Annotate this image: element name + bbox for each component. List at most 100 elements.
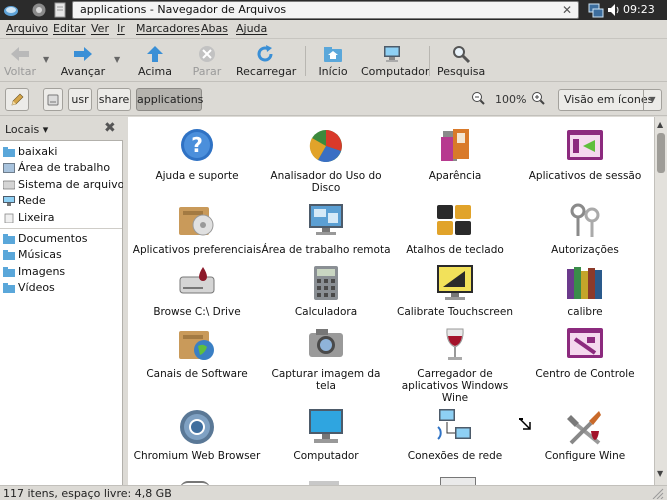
sidebar-item-label: Área de trabalho [18,161,111,174]
software-channels-icon [179,331,214,360]
back-label: Voltar [3,65,37,78]
file-item[interactable]: Centro de Controle [520,325,650,380]
computer-button[interactable]: Computador [361,42,429,80]
menu-logo-icon[interactable] [3,2,19,18]
sidebar-item-videos[interactable]: Vídeos [0,280,122,296]
reload-label: Recarregar [236,65,297,78]
menu-ver[interactable]: Ver [91,22,109,35]
file-item-label: Aparência [428,170,482,182]
window-title-text: applications - Navegador de Arquivos [80,3,287,16]
file-manager-launcher-icon[interactable] [52,2,68,18]
file-item[interactable]: Browse C:\ Drive [132,263,262,318]
file-item[interactable]: Calculadora [261,263,391,318]
sidebar-item-trash[interactable]: Lixeira [0,210,122,226]
file-item[interactable]: Autorizações [520,201,650,256]
scroll-up-icon[interactable]: ▲ [657,120,663,129]
zoom-in-icon[interactable] [531,91,545,105]
scroll-thumb[interactable] [657,133,665,173]
remote-desktop-icon [309,204,343,235]
up-arrow-icon [147,46,163,62]
file-item[interactable]: calibre [520,263,650,318]
sidebar-item-documentos[interactable]: Documentos [0,231,122,247]
file-item[interactable]: Aplicativos de sessão [520,127,650,182]
path-root-button[interactable] [43,88,63,111]
computer-icon [309,409,343,443]
file-item[interactable]: Carregador de aplicativos Windows Wine [390,325,520,404]
sidebar-item-filesystem[interactable]: Sistema de arquivos [0,177,130,193]
file-item[interactable]: Conexões de rede [390,407,520,462]
edit-location-button[interactable] [5,88,29,111]
window-close-icon[interactable]: ✕ [562,3,572,17]
search-button[interactable]: Pesquisa [437,42,485,80]
file-item-label: Conexões de rede [407,450,503,462]
volume-tray-icon[interactable] [606,2,622,18]
file-item[interactable]: Configure Wine [520,407,650,462]
harddisk-icon [47,94,59,106]
forward-history-dropdown[interactable]: ▼ [114,55,120,64]
file-item[interactable]: Aplicativos preferenciais [132,201,262,256]
location-bar: usr share applications 100% Visão em íco… [0,83,667,116]
home-button[interactable]: Início [316,42,350,80]
menu-ir[interactable]: Ir [117,22,125,35]
file-item[interactable]: ? Ajuda e suporte [132,127,262,182]
touchscreen-icon [437,265,473,300]
file-item[interactable]: Analisador do Uso do Disco [261,127,391,194]
back-history-dropdown[interactable]: ▼ [43,55,49,64]
stop-button[interactable]: Parar [189,42,225,80]
file-item[interactable]: Calibrate Touchscreen [390,263,520,318]
view-mode-select[interactable]: Visão em ícones ▼ [558,89,662,111]
desktop-icon [3,163,15,173]
menu-ajuda[interactable]: Ajuda [236,22,267,35]
forward-button[interactable]: Avançar [60,42,106,80]
sidebar-item-desktop[interactable]: Área de trabalho [0,160,122,176]
file-item[interactable]: Chromium Web Browser [132,407,262,462]
appearance-icon [441,129,469,161]
sidebar-item-musicas[interactable]: Músicas [0,247,122,263]
file-item[interactable]: Aparência [390,127,520,182]
status-text: 117 itens, espaço livre: 4,8 GB [3,487,172,500]
path-segment-usr[interactable]: usr [68,88,92,111]
file-item[interactable]: Atalhos de teclado [390,201,520,256]
folder-icon [3,250,15,260]
file-item[interactable]: Canais de Software [132,325,262,380]
up-button[interactable]: Acima [137,42,173,80]
scroll-down-icon[interactable]: ▼ [657,469,663,478]
help-icon: ? [181,129,213,161]
svg-text:?: ? [191,133,203,157]
sidebar-item-network[interactable]: Rede [0,193,122,209]
network-tray-icon[interactable] [588,2,604,18]
authorizations-icon [570,203,600,237]
zoom-out-icon[interactable] [471,91,485,105]
menu-abas[interactable]: Abas [201,22,228,35]
menu-arquivo[interactable]: Arquivo [6,22,48,35]
sidebar-item-label: baixaki [18,145,58,158]
file-item[interactable]: Computador [261,407,391,462]
file-item-label: Área de trabalho remota [261,244,391,256]
menu-editar[interactable]: Editar [53,22,86,35]
trash-icon [4,213,14,223]
sidebar-item-label: Lixeira [18,211,55,224]
sidebar-close-icon[interactable]: ✖ [104,120,116,136]
file-item-label: Atalhos de teclado [406,244,504,256]
resize-grip-icon[interactable] [652,488,664,499]
clock[interactable]: 09:23 [623,3,655,16]
window-title[interactable]: applications - Navegador de Arquivos ✕ [72,1,579,19]
sidebar-mode-dropdown[interactable]: Locais ▾ [5,123,48,136]
calibre-icon [567,267,602,299]
back-button[interactable]: Voltar [2,42,38,80]
path-segment-share[interactable]: share [97,88,131,111]
path-segment-applications[interactable]: applications [136,88,203,111]
sidebar-item-imagens[interactable]: Imagens [0,264,122,280]
file-item[interactable]: Capturar imagem da tela [261,325,391,392]
sidebar-item-label: Rede [18,194,46,207]
drive-icon [179,267,215,294]
browser-launcher-icon[interactable] [31,2,47,18]
partial-item-icon[interactable] [440,477,476,485]
vertical-scrollbar[interactable]: ▲ ▼ [654,117,667,485]
sidebar-item-baixaki[interactable]: baixaki [0,144,122,160]
pencil-icon [11,93,24,106]
sidebar-item-label: Músicas [18,248,62,261]
menu-marcadores[interactable]: Marcadores [136,22,200,35]
reload-button[interactable]: Recarregar [236,42,297,80]
file-item[interactable]: Área de trabalho remota [261,201,391,256]
